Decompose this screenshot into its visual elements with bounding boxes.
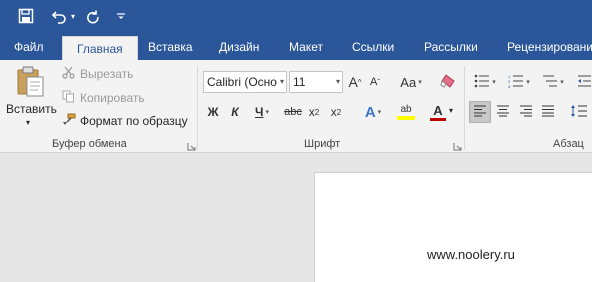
italic-button[interactable]: К bbox=[227, 101, 243, 123]
chevron-down-icon: ▾ bbox=[492, 79, 496, 86]
tab-mailings[interactable]: Рассылки bbox=[424, 34, 478, 60]
clear-formatting-button[interactable] bbox=[439, 71, 457, 93]
superscript-mark: 2 bbox=[336, 107, 342, 117]
subscript-mark: 2 bbox=[314, 107, 320, 117]
align-left-icon bbox=[473, 105, 487, 120]
numbering-button[interactable]: 123 ▾ bbox=[504, 71, 534, 93]
indent-icon bbox=[577, 74, 591, 91]
grow-font-label: A bbox=[348, 74, 358, 90]
chevron-down-icon: ▾ bbox=[560, 79, 564, 86]
save-icon[interactable] bbox=[14, 5, 38, 27]
font-name-combo[interactable]: Calibri (Осно ▾ bbox=[203, 71, 287, 93]
ribbon-tabs: Файл Главная Вставка Дизайн Макет Ссылки… bbox=[0, 34, 592, 60]
highlight-color-swatch bbox=[397, 116, 415, 120]
document-page[interactable]: www.noolery.ru bbox=[314, 172, 592, 282]
group-separator bbox=[197, 66, 198, 150]
align-right-icon bbox=[519, 105, 533, 120]
tab-layout[interactable]: Макет bbox=[289, 34, 323, 60]
clipboard-launcher-icon[interactable] bbox=[187, 140, 196, 151]
font-size-value: 11 bbox=[293, 75, 306, 89]
paste-label: Вставить bbox=[6, 102, 57, 116]
paste-icon bbox=[16, 66, 46, 101]
tab-home[interactable]: Главная bbox=[62, 36, 138, 60]
group-separator bbox=[464, 66, 465, 150]
multilevel-list-button[interactable]: ▾ bbox=[538, 71, 568, 93]
document-area: www.noolery.ru bbox=[0, 153, 592, 282]
bullets-icon bbox=[474, 74, 490, 91]
text-effects-label: A bbox=[364, 103, 376, 121]
font-color-label: A bbox=[433, 102, 443, 118]
decrease-indent-button[interactable] bbox=[576, 71, 592, 93]
copy-label: Копировать bbox=[80, 91, 145, 105]
line-spacing-icon bbox=[570, 104, 588, 121]
bullets-button[interactable]: ▾ bbox=[470, 71, 500, 93]
underline-label: Ч bbox=[255, 105, 264, 119]
paste-dropdown-icon[interactable]: ▾ bbox=[26, 118, 30, 127]
superscript-button[interactable]: x2 bbox=[328, 101, 344, 123]
chevron-down-icon: ▾ bbox=[377, 109, 382, 116]
paste-button[interactable]: Вставить ▾ bbox=[2, 64, 57, 134]
tab-insert[interactable]: Вставка bbox=[148, 34, 193, 60]
grow-font-button[interactable]: A ^ bbox=[346, 71, 364, 93]
numbering-icon: 123 bbox=[508, 74, 524, 91]
align-center-button[interactable] bbox=[493, 101, 513, 123]
caret-up-icon: ^ bbox=[357, 77, 362, 87]
tab-file[interactable]: Файл bbox=[14, 34, 44, 60]
scissors-icon bbox=[62, 66, 76, 82]
chevron-down-icon[interactable]: ▾ bbox=[449, 106, 453, 115]
quick-access-toolbar: ▾ bbox=[0, 0, 592, 34]
bold-button[interactable]: Ж bbox=[205, 101, 221, 123]
change-case-button[interactable]: Aa ▾ bbox=[396, 71, 426, 93]
tab-review[interactable]: Рецензировани bbox=[507, 34, 592, 60]
format-painter-icon bbox=[62, 113, 76, 129]
redo-icon[interactable] bbox=[82, 5, 104, 27]
undo-icon[interactable] bbox=[48, 5, 70, 27]
ribbon: Вставить ▾ Вырезать Копировать Формат по… bbox=[0, 60, 592, 153]
justify-icon bbox=[541, 105, 555, 120]
justify-button[interactable] bbox=[538, 101, 558, 123]
chevron-down-icon: ▾ bbox=[279, 77, 284, 86]
undo-dropdown-icon[interactable]: ▾ bbox=[68, 5, 78, 27]
chevron-down-icon: ▾ bbox=[265, 109, 269, 116]
text-effects-button[interactable]: A ▾ bbox=[360, 101, 386, 123]
paragraph-group-label: Абзац bbox=[553, 138, 584, 150]
chevron-down-icon: ▾ bbox=[335, 77, 340, 86]
copy-button[interactable]: Копировать bbox=[62, 90, 145, 106]
eraser-icon bbox=[440, 73, 456, 92]
font-color-button[interactable]: A bbox=[424, 101, 452, 123]
font-color-swatch bbox=[430, 117, 446, 121]
tab-references[interactable]: Ссылки bbox=[352, 34, 394, 60]
watermark-text: www.noolery.ru bbox=[427, 247, 515, 262]
highlight-button[interactable]: ab bbox=[390, 101, 422, 123]
format-painter-button[interactable]: Формат по образцу bbox=[62, 113, 188, 129]
font-size-combo[interactable]: 11 ▾ bbox=[289, 71, 343, 93]
line-spacing-button[interactable] bbox=[566, 101, 592, 123]
format-painter-label: Формат по образцу bbox=[80, 114, 188, 128]
chevron-down-icon: ▾ bbox=[418, 79, 422, 86]
copy-icon bbox=[62, 90, 76, 106]
underline-button[interactable]: Ч ▾ bbox=[249, 101, 275, 123]
shrink-font-label: A bbox=[369, 76, 378, 88]
strikethrough-button[interactable]: abc bbox=[283, 101, 303, 123]
cut-button[interactable]: Вырезать bbox=[62, 66, 133, 82]
align-left-button[interactable] bbox=[469, 101, 491, 123]
clipboard-group-label: Буфер обмена bbox=[52, 138, 127, 150]
tab-design[interactable]: Дизайн bbox=[219, 34, 259, 60]
shrink-font-button[interactable]: Aˇ bbox=[366, 71, 384, 93]
multilevel-list-icon bbox=[542, 74, 558, 91]
svg-text:3: 3 bbox=[508, 84, 511, 88]
font-launcher-icon[interactable] bbox=[453, 140, 462, 151]
customize-toolbar-icon[interactable] bbox=[114, 5, 128, 27]
highlight-label: ab bbox=[400, 104, 412, 115]
change-case-label: Aa bbox=[400, 74, 417, 90]
font-group-label: Шрифт bbox=[304, 138, 341, 150]
align-right-button[interactable] bbox=[516, 101, 536, 123]
align-center-icon bbox=[496, 105, 510, 120]
subscript-button[interactable]: x2 bbox=[306, 101, 322, 123]
font-name-value: Calibri (Осно bbox=[207, 75, 277, 89]
cut-label: Вырезать bbox=[80, 67, 134, 81]
chevron-down-icon: ▾ bbox=[526, 79, 530, 86]
caret-down-icon: ˇ bbox=[377, 77, 380, 87]
